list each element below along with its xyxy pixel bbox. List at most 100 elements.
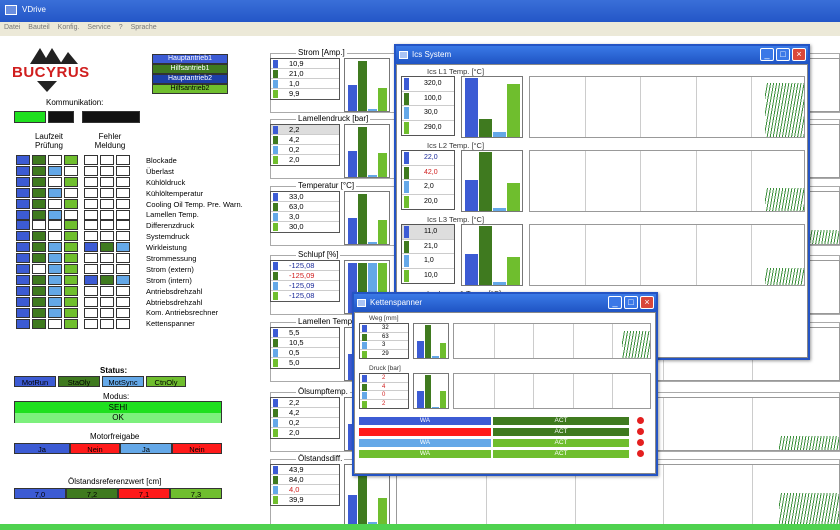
panel-title: Strom [Amp.] [296, 48, 347, 57]
fault-grid-cell [48, 187, 62, 198]
value-row: 0,2 [271, 418, 339, 428]
fault-item: Systemdruck [146, 232, 190, 242]
value-row: 4,0 [271, 485, 339, 495]
fault-grid-cell [48, 155, 62, 165]
fault-grid-cell [84, 307, 98, 318]
bar-chart [344, 191, 390, 245]
fault-message-header: Fehler Meldung [94, 132, 126, 150]
series-swatch [273, 349, 278, 357]
series-swatch [273, 60, 278, 68]
menu-help[interactable]: ? [119, 24, 123, 31]
fault-grid-cell [64, 155, 78, 165]
ics-window-titlebar[interactable]: Ics System _ □ × [396, 46, 808, 64]
ics-value-box: 11,0 21,0 1,0 10,0 [401, 224, 455, 284]
bar [465, 78, 478, 137]
series-swatch [273, 262, 278, 270]
value-row: 0,5 [271, 348, 339, 358]
comm-indicator-1 [14, 111, 46, 123]
trend-gridline [752, 398, 754, 450]
fault-grid-cell [84, 296, 98, 307]
oil-reference-2: 7,2 [66, 488, 118, 499]
tensioner-value-row: 0 [360, 391, 408, 400]
value-row: 2,0 [271, 428, 339, 438]
bucyrus-logo: BUCYRUS [12, 46, 90, 92]
trend-chart [529, 76, 805, 138]
series-swatch [362, 375, 367, 382]
trend-gridline [533, 324, 535, 358]
menu-bar: Datei Bauteil Konfig. Service ? Sprache [0, 22, 840, 36]
series-swatch [404, 166, 409, 179]
bar [358, 61, 367, 111]
fault-grid-cell [16, 165, 30, 176]
bar [493, 131, 506, 137]
bar [348, 85, 357, 111]
series-swatch [362, 333, 367, 341]
oil-reference-3: 7,1 [118, 488, 170, 499]
fault-grid-cell [16, 242, 30, 253]
fault-item: Wirkleistung [146, 243, 187, 253]
menu-datei[interactable]: Datei [4, 24, 20, 31]
ics-value-row: 320,0 [402, 77, 454, 92]
trend-gridline [585, 225, 587, 285]
oil-reference-1: 7,0 [14, 488, 66, 499]
bar [507, 183, 520, 211]
window-titlebar: VDrive [0, 0, 840, 22]
menu-bauteil[interactable]: Bauteil [28, 24, 49, 31]
menu-service[interactable]: Service [87, 24, 110, 31]
fault-grid-cell [116, 285, 130, 296]
bar [417, 341, 424, 358]
close-button[interactable]: × [640, 296, 654, 309]
fault-grid-cell [32, 155, 46, 165]
tensioner-window-titlebar[interactable]: Kettenspanner _ □ × [354, 294, 656, 312]
bar [378, 220, 387, 244]
value-text: 63,0 [289, 202, 304, 211]
menu-sprache[interactable]: Sprache [131, 24, 157, 31]
value-text: 30,0 [289, 222, 304, 231]
value-text: 21,0 [424, 242, 438, 250]
value-text: 2,2 [289, 125, 300, 134]
value-text: 32 [382, 325, 389, 331]
series-swatch [404, 181, 409, 193]
motor-release-1: Ja [14, 443, 70, 454]
series-swatch [404, 121, 409, 134]
tensioner-status-right: ACT [493, 439, 629, 447]
value-text: 22,0 [424, 154, 438, 161]
minimize-button[interactable]: _ [608, 296, 622, 309]
ics-value-row: 1,0 [402, 254, 454, 269]
logo-mark-icon [30, 48, 78, 64]
bar [493, 208, 506, 211]
fault-grid-cell [48, 198, 62, 209]
fault-grid-cell [100, 318, 114, 329]
trend-gridline [640, 225, 642, 285]
value-row: 2,2 [271, 125, 339, 135]
fault-grid-cell [48, 318, 62, 329]
bar [368, 108, 377, 111]
fault-grid-cell [84, 285, 98, 296]
close-button[interactable]: × [792, 48, 806, 61]
maximize-button[interactable]: □ [624, 296, 638, 309]
value-box: 5,5 10,5 0,5 5,0 [270, 327, 340, 369]
maximize-button[interactable]: □ [776, 48, 790, 61]
fault-grid-cell [100, 307, 114, 318]
menu-konfig[interactable]: Konfig. [58, 24, 80, 31]
bar [439, 391, 446, 408]
fault-grid-cell [48, 274, 62, 285]
bar [368, 174, 377, 177]
trend-trace [779, 435, 839, 450]
ics-value-row: 22,0 [402, 151, 454, 166]
value-text: 63 [382, 333, 389, 340]
fault-grid-cell [48, 231, 62, 242]
value-row: 1,0 [271, 79, 339, 89]
value-text: 2 [382, 375, 386, 381]
value-box: 43,9 84,0 4,0 39,9 [270, 464, 340, 506]
trend-gridline [752, 465, 754, 524]
minimize-button[interactable]: _ [760, 48, 774, 61]
bar-chart [413, 323, 449, 359]
trend-chart [453, 323, 651, 359]
tensioner-status-left: WA [359, 450, 491, 458]
fault-grid-cell [100, 264, 114, 274]
tensioner-value-row: 32 [360, 324, 408, 333]
tensioner-window[interactable]: Kettenspanner _ □ × Weg [mm] 32 63 3 29 Druck… [352, 292, 658, 476]
fault-grid-cell [100, 155, 114, 165]
value-text: 4 [382, 383, 386, 390]
